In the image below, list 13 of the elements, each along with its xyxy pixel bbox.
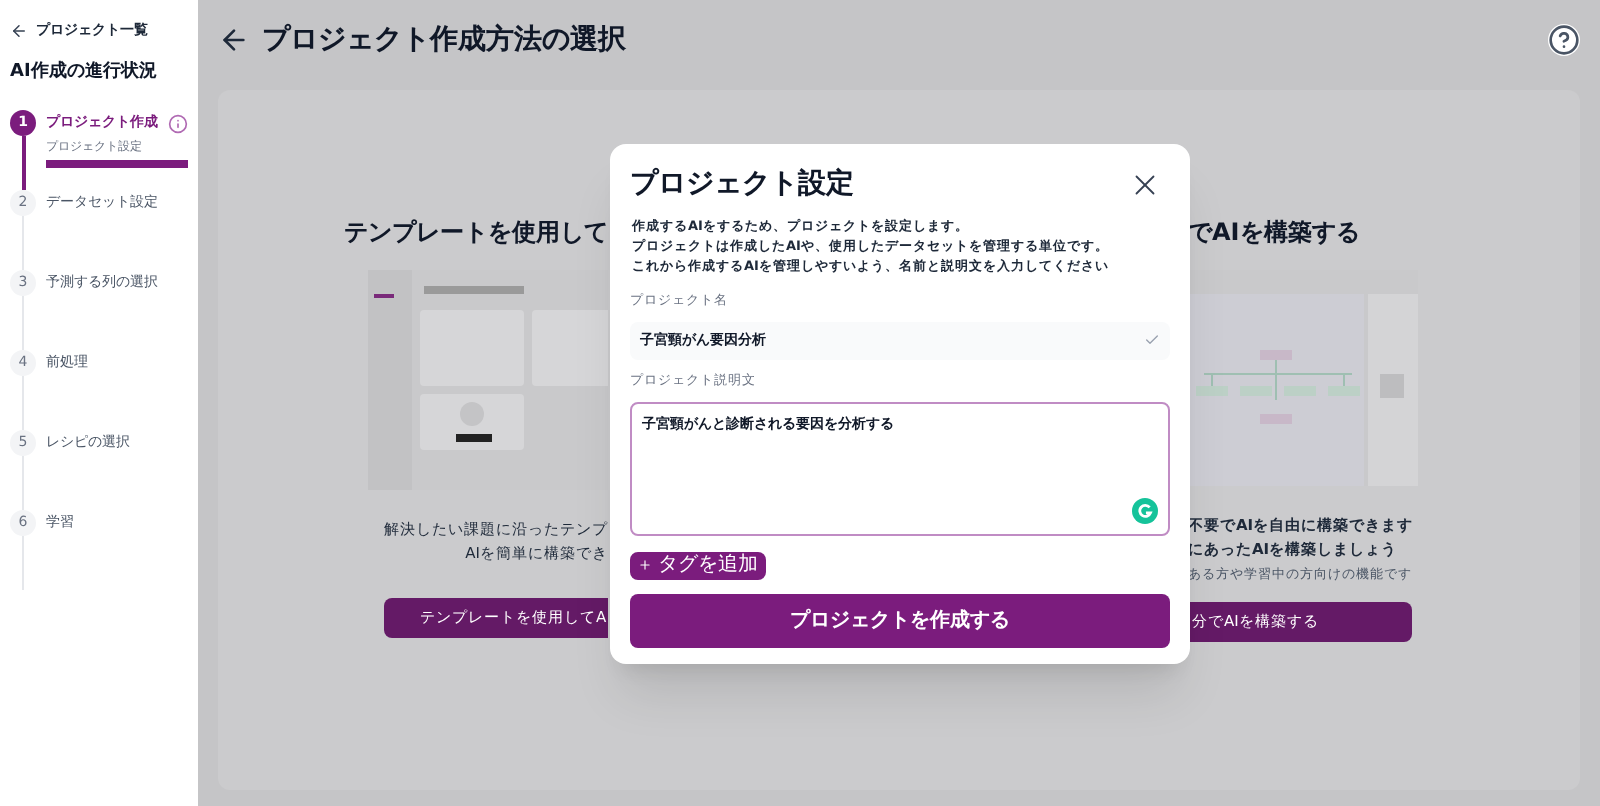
back-icon[interactable] [10,21,28,40]
info-icon[interactable] [168,113,188,133]
help-icon[interactable] [1548,24,1580,56]
option-title: でAIを構築する [1188,216,1360,250]
check-icon [1144,332,1160,349]
back-icon[interactable] [218,24,250,56]
plus-icon [638,558,652,572]
option-title: テンプレートを使用して [344,216,608,250]
page-title: プロジェクト作成方法の選択 [262,21,626,59]
dialog-title: プロジェクト設定 [630,165,854,204]
create-project-button[interactable]: プロジェクトを作成する [630,593,1170,647]
add-tag-button[interactable]: タグを追加 [630,551,766,579]
sidebar-title: AI作成の進行状況 [8,59,159,85]
